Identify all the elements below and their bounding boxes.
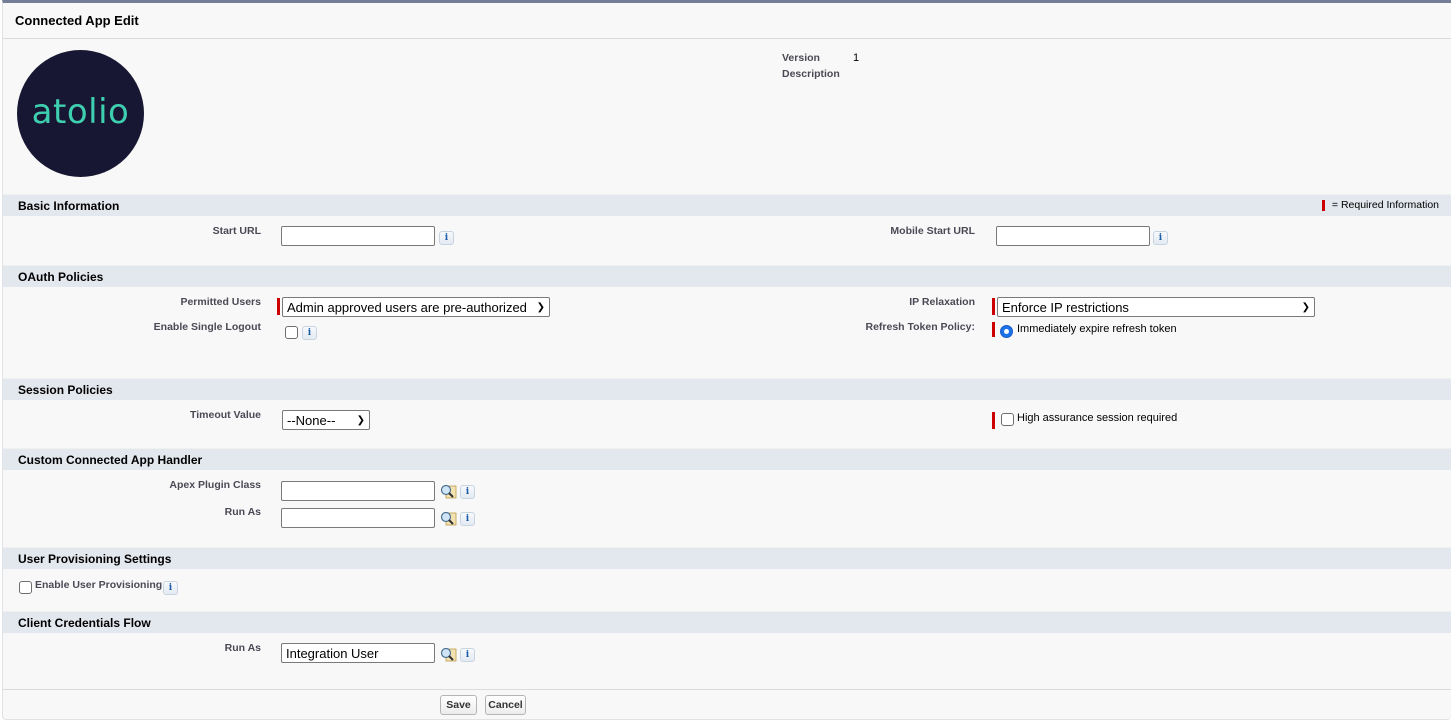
connected-app-edit-page: Connected App Edit atolio Version 1 Desc…	[2, 0, 1451, 720]
ip-relaxation-label: IP Relaxation	[909, 296, 975, 308]
lookup-icon[interactable]	[440, 484, 457, 499]
section-basic-information: Basic Information = Required Information	[3, 194, 1451, 216]
high-assurance-checkbox[interactable]	[1001, 413, 1014, 426]
section-session-policies: Session Policies	[3, 378, 1451, 400]
apex-plugin-class-label: Apex Plugin Class	[169, 479, 261, 491]
info-icon[interactable]: i	[460, 485, 475, 499]
section-custom-handler: Custom Connected App Handler	[3, 448, 1451, 470]
high-assurance-label: High assurance session required	[1017, 412, 1178, 424]
footer-divider	[3, 689, 1451, 690]
timeout-value-label: Timeout Value	[190, 409, 261, 421]
page-title: Connected App Edit	[15, 13, 139, 28]
permitted-users-label: Permitted Users	[180, 296, 261, 308]
cancel-button[interactable]: Cancel	[485, 695, 526, 715]
ip-relaxation-value: Enforce IP restrictions	[1002, 299, 1129, 315]
info-icon[interactable]: i	[1153, 231, 1168, 245]
info-icon[interactable]: i	[302, 326, 317, 340]
info-icon[interactable]: i	[163, 581, 178, 595]
section-oauth-policies: OAuth Policies	[3, 265, 1451, 287]
section-title: Custom Connected App Handler	[18, 453, 203, 467]
required-marker	[1321, 199, 1325, 211]
page-header: Connected App Edit	[3, 3, 1451, 39]
app-logo: atolio	[17, 50, 144, 177]
required-marker	[992, 412, 995, 429]
enable-single-logout-checkbox[interactable]	[285, 326, 298, 339]
mobile-start-url-label: Mobile Start URL	[890, 225, 975, 237]
required-marker	[992, 322, 995, 337]
enable-single-logout-label: Enable Single Logout	[153, 321, 261, 333]
section-user-provisioning: User Provisioning Settings	[3, 547, 1451, 569]
enable-user-provisioning-label: Enable User Provisioning	[35, 579, 163, 591]
save-button[interactable]: Save	[440, 695, 477, 715]
section-title: User Provisioning Settings	[18, 552, 172, 566]
version-value: 1	[853, 52, 860, 64]
section-title: Client Credentials Flow	[18, 616, 151, 630]
chevron-down-icon: ❯	[356, 414, 365, 426]
info-icon[interactable]: i	[460, 512, 475, 526]
section-title: Session Policies	[18, 383, 113, 397]
handler-run-as-label: Run As	[224, 506, 261, 518]
required-legend: = Required Information	[1321, 199, 1439, 211]
lookup-icon[interactable]	[440, 511, 457, 526]
timeout-value: --None--	[287, 412, 336, 428]
handler-run-as-input[interactable]	[281, 508, 435, 528]
ip-relaxation-select[interactable]: Enforce IP restrictions ❯	[997, 297, 1315, 317]
client-credentials-run-as-label: Run As	[224, 642, 261, 654]
enable-user-provisioning-checkbox[interactable]	[19, 581, 32, 594]
permitted-users-select[interactable]: Admin approved users are pre-authorized …	[282, 297, 550, 317]
permitted-users-value: Admin approved users are pre-authorized	[287, 299, 527, 315]
chevron-down-icon: ❯	[1301, 301, 1310, 313]
start-url-label: Start URL	[212, 225, 261, 237]
description-label: Description	[782, 68, 840, 80]
refresh-token-policy-label: Refresh Token Policy:	[865, 321, 975, 333]
section-title: Basic Information	[18, 199, 120, 213]
version-label: Version	[782, 52, 820, 64]
apex-plugin-class-input[interactable]	[281, 481, 435, 501]
mobile-start-url-input[interactable]	[996, 226, 1150, 246]
lookup-icon[interactable]	[440, 647, 457, 662]
refresh-token-option-label: Immediately expire refresh token	[1017, 323, 1177, 335]
required-marker	[277, 298, 280, 315]
timeout-value-select[interactable]: --None-- ❯	[282, 410, 370, 430]
required-legend-text: = Required Information	[1331, 199, 1439, 211]
info-icon[interactable]: i	[439, 231, 454, 245]
app-logo-text: atolio	[31, 91, 130, 132]
chevron-down-icon: ❯	[536, 301, 545, 313]
section-client-credentials-flow: Client Credentials Flow	[3, 611, 1451, 633]
refresh-token-immediately-expire-radio[interactable]	[1000, 325, 1013, 338]
required-marker	[992, 298, 995, 315]
client-credentials-run-as-input[interactable]	[281, 643, 435, 663]
info-icon[interactable]: i	[460, 648, 475, 662]
section-title: OAuth Policies	[18, 270, 104, 284]
start-url-input[interactable]	[281, 226, 435, 246]
